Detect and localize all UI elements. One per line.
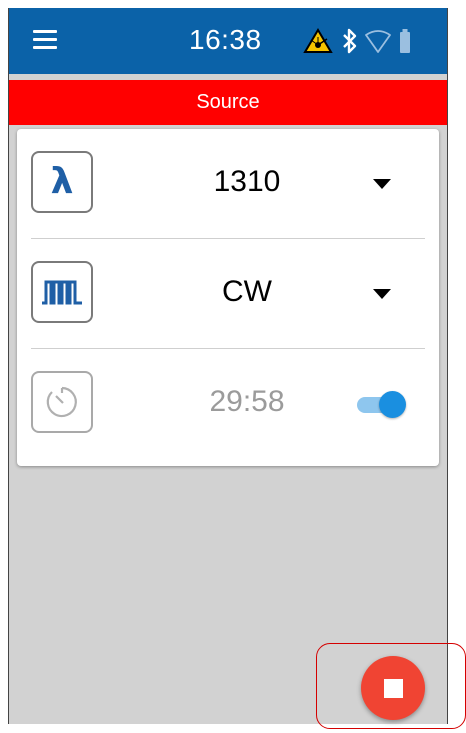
- status-icons: [299, 26, 439, 56]
- laser-warning-icon: [303, 28, 333, 53]
- pulse-wave-glyph: [42, 280, 82, 305]
- source-settings-card: λ 1310 CW 29:58: [17, 129, 439, 466]
- page-title: Source: [9, 80, 447, 125]
- battery-icon: [400, 29, 410, 53]
- timer-glyph: [46, 386, 77, 418]
- stop-button[interactable]: [361, 656, 425, 720]
- chevron-down-icon[interactable]: [373, 289, 391, 299]
- app-screen: 16:38 Source λ 1310 CW 29:58: [8, 8, 448, 724]
- hamburger-menu-icon[interactable]: [33, 30, 57, 50]
- chevron-down-icon[interactable]: [373, 179, 391, 189]
- modulation-row[interactable]: CW: [17, 239, 439, 347]
- timer-row: 29:58: [17, 349, 439, 457]
- modulation-value[interactable]: CW: [167, 275, 327, 309]
- pulse-wave-icon[interactable]: [31, 261, 93, 323]
- status-time: 16:38: [189, 24, 262, 55]
- toggle-knob: [379, 391, 406, 418]
- wifi-icon: [365, 30, 391, 53]
- stop-icon: [384, 679, 403, 698]
- wavelength-row[interactable]: λ 1310: [17, 129, 439, 237]
- timer-value: 29:58: [209, 385, 285, 418]
- lambda-icon[interactable]: λ: [31, 151, 93, 213]
- wavelength-value[interactable]: 1310: [167, 165, 327, 199]
- top-app-bar: 16:38: [9, 8, 447, 74]
- timer-icon: [31, 371, 93, 433]
- device-frame: 16:38 Source λ 1310 CW 29:58: [0, 0, 466, 733]
- bluetooth-icon: [343, 28, 357, 54]
- timer-toggle[interactable]: [355, 389, 409, 419]
